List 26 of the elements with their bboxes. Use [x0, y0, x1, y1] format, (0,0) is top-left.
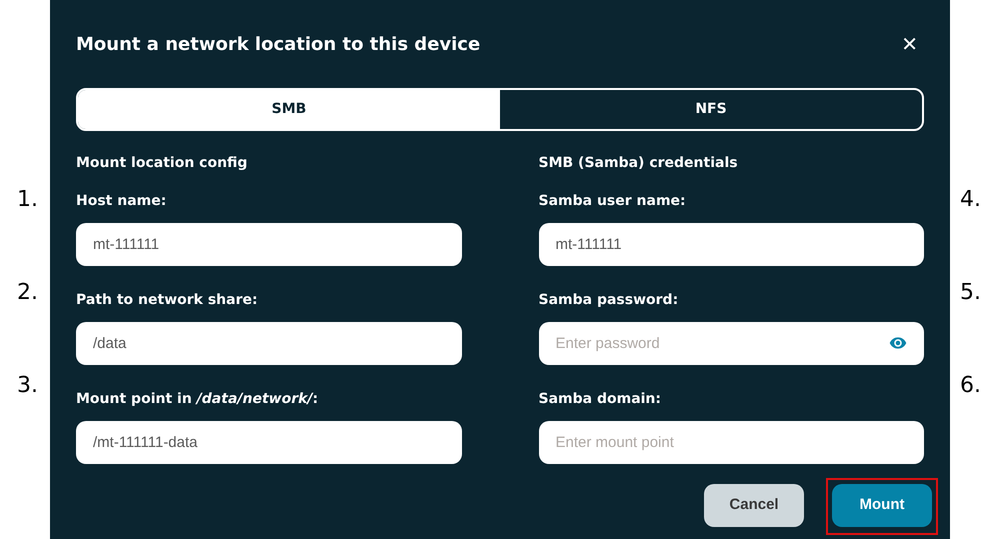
tab[interactable]: NFS — [500, 90, 922, 129]
tab[interactable]: SMB — [78, 90, 500, 129]
field-label: Mount point in /data/network/: — [76, 390, 320, 409]
cancel-button[interactable]: Cancel — [704, 484, 804, 527]
input-field[interactable]: Enter mount point — [538, 421, 924, 464]
field-label: Samba password: — [538, 291, 680, 310]
input-field[interactable]: mt-111111 — [538, 223, 924, 266]
step-number: 5. — [960, 280, 981, 305]
field-label: Path to network share: — [76, 291, 259, 310]
field-label: Samba domain: — [538, 390, 662, 409]
input-field[interactable]: /mt-111111-data — [76, 421, 462, 464]
dialog-title: Mount a network location to this device — [76, 32, 480, 56]
step-number: 4. — [960, 187, 981, 212]
step-number: 3. — [17, 373, 38, 398]
field-label: Host name: — [76, 192, 168, 211]
step-number: 6. — [960, 373, 981, 398]
field-label: Samba user name: — [538, 192, 687, 211]
step-number: 2. — [17, 280, 38, 305]
step-number: 1. — [17, 187, 38, 212]
input-field[interactable]: mt-111111 — [76, 223, 462, 266]
section-heading: SMB (Samba) credentials — [538, 154, 739, 173]
input-field[interactable]: /data — [76, 322, 462, 365]
section-heading: Mount location config — [76, 154, 248, 173]
password-field[interactable]: Enter password — [538, 322, 924, 365]
close-button[interactable]: ✕ — [899, 34, 920, 54]
mount-button[interactable]: Mount — [832, 484, 932, 527]
